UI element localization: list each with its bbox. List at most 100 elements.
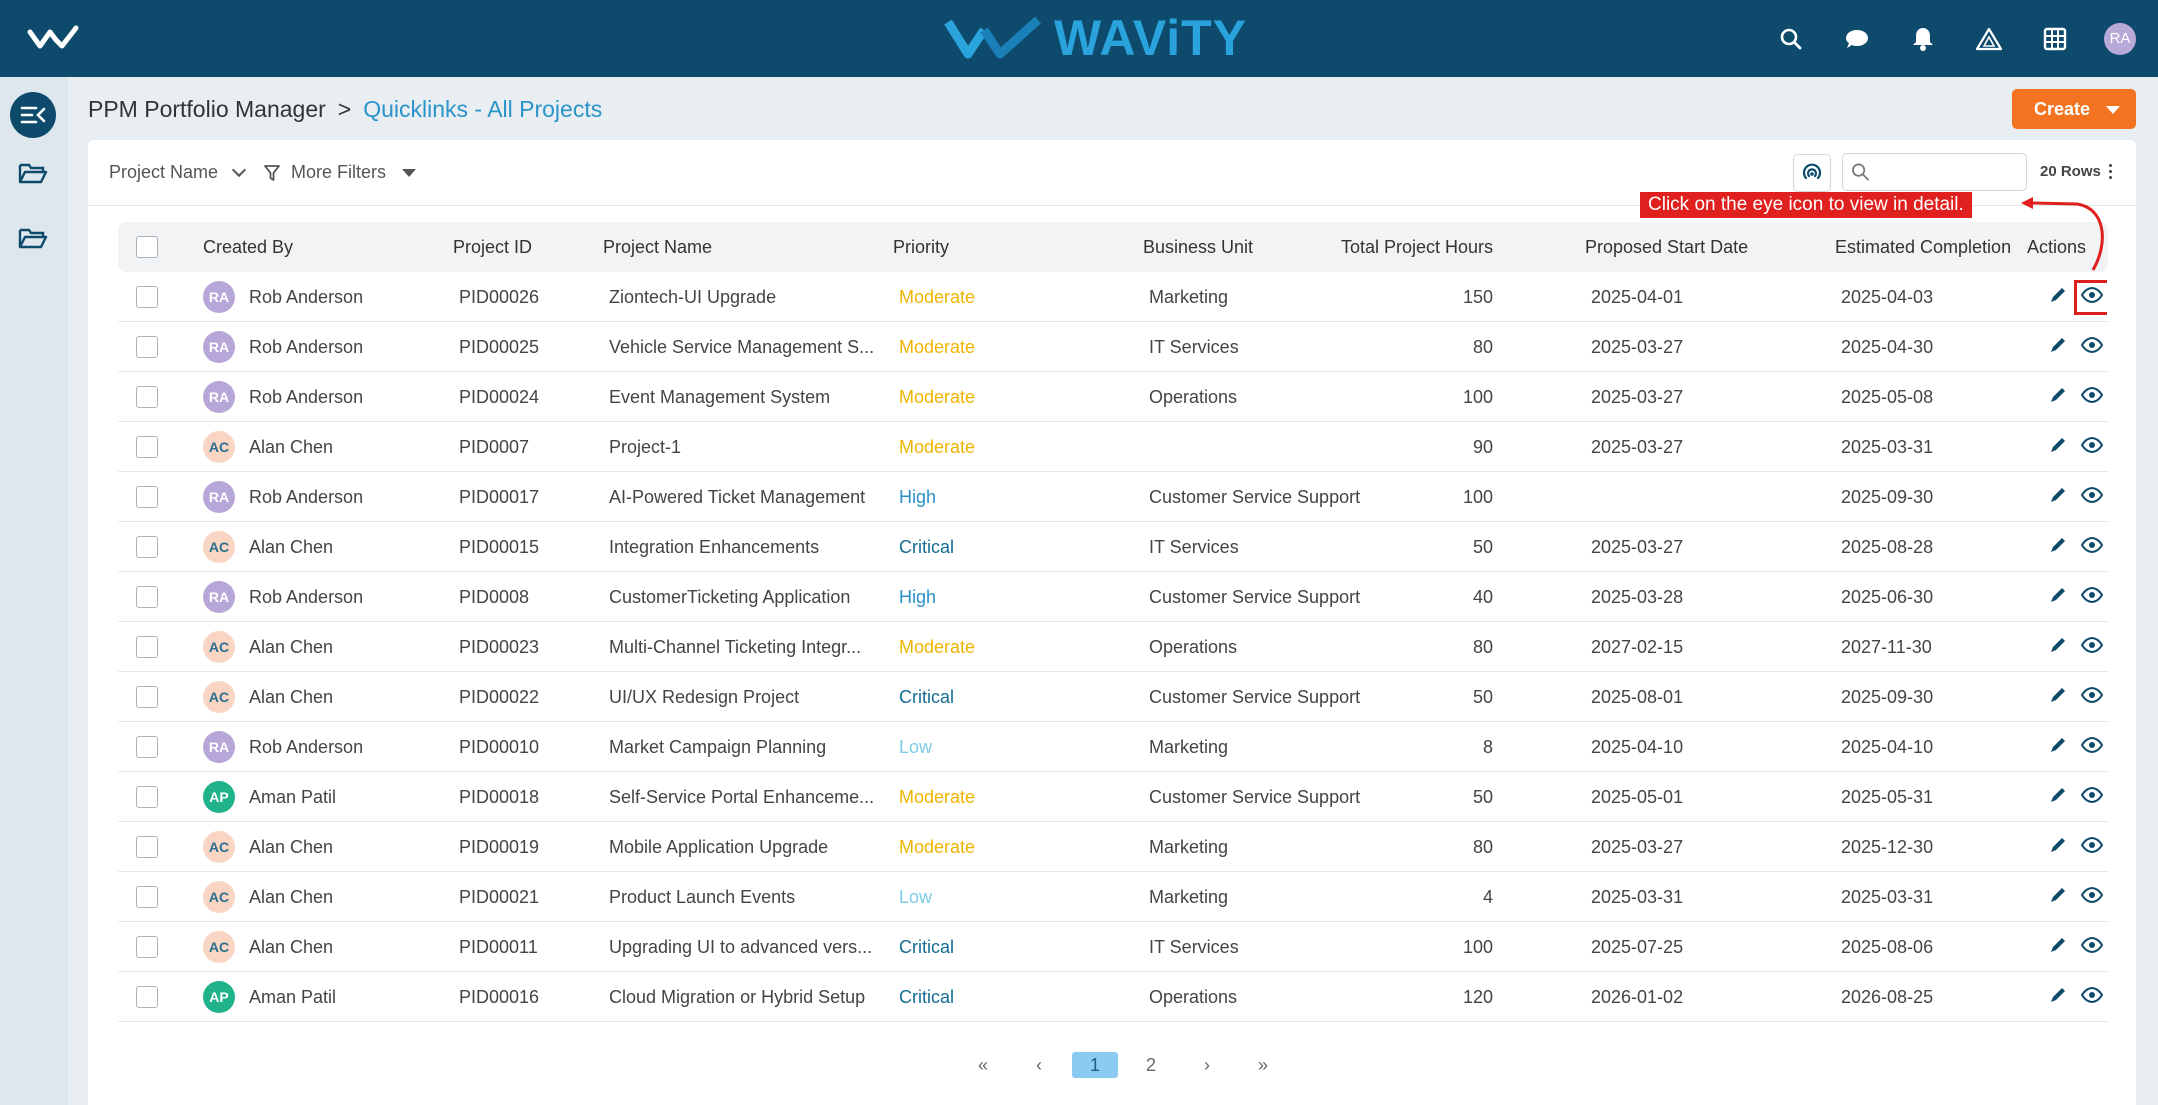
- view-eye-icon[interactable]: [2074, 279, 2107, 315]
- project-name[interactable]: Ziontech-UI Upgrade: [603, 272, 883, 322]
- project-name[interactable]: UI/UX Redesign Project: [603, 672, 883, 722]
- prev-page-button[interactable]: ‹: [1011, 1052, 1067, 1078]
- select-all-checkbox[interactable]: [136, 236, 158, 258]
- page-2-button[interactable]: 2: [1123, 1052, 1179, 1078]
- row-checkbox[interactable]: [136, 836, 158, 858]
- search-icon[interactable]: [1758, 0, 1824, 77]
- table-row[interactable]: AC Alan Chen PID0007 Project-1 Moderate 90 202…: [118, 422, 2108, 472]
- view-eye-icon[interactable]: [2080, 936, 2104, 958]
- table-row[interactable]: AP Aman Patil PID00016 Cloud Migration or H…: [118, 972, 2108, 1022]
- column-header[interactable]: Project Name: [603, 222, 883, 272]
- edit-pencil-icon[interactable]: [2049, 736, 2067, 759]
- view-eye-icon[interactable]: [2080, 986, 2104, 1008]
- edit-pencil-icon[interactable]: [2049, 386, 2067, 409]
- alert-triangle-icon[interactable]: [1956, 0, 2022, 77]
- table-row[interactable]: AC Alan Chen PID00011 Upgrading UI to advan…: [118, 922, 2108, 972]
- table-row[interactable]: RA Rob Anderson PID00025 Vehicle Service Ma…: [118, 322, 2108, 372]
- next-page-button[interactable]: ›: [1179, 1052, 1235, 1078]
- table-row[interactable]: AP Aman Patil PID00018 Self-Service Portal …: [118, 772, 2108, 822]
- view-eye-icon[interactable]: [2080, 436, 2104, 458]
- search-input[interactable]: [1876, 157, 2026, 187]
- table-row[interactable]: AC Alan Chen PID00021 Product Launch Events…: [118, 872, 2108, 922]
- view-eye-icon[interactable]: [2080, 836, 2104, 858]
- rows-per-page[interactable]: 20 Rows: [2040, 163, 2112, 180]
- bell-icon[interactable]: [1890, 0, 1956, 77]
- row-checkbox[interactable]: [136, 936, 158, 958]
- project-name[interactable]: Event Management System: [603, 372, 883, 422]
- column-header[interactable]: Created By: [203, 222, 443, 272]
- edit-pencil-icon[interactable]: [2049, 936, 2067, 959]
- last-page-button[interactable]: »: [1235, 1052, 1291, 1078]
- table-row[interactable]: RA Rob Anderson PID00010 Market Campaign Pl…: [118, 722, 2108, 772]
- project-name[interactable]: AI-Powered Ticket Management: [603, 472, 883, 522]
- edit-pencil-icon[interactable]: [2049, 786, 2067, 809]
- project-name[interactable]: Cloud Migration or Hybrid Setup: [603, 972, 883, 1022]
- view-eye-icon[interactable]: [2080, 336, 2104, 358]
- row-checkbox[interactable]: [136, 586, 158, 608]
- view-eye-icon[interactable]: [2080, 586, 2104, 608]
- row-checkbox[interactable]: [136, 686, 158, 708]
- project-name[interactable]: Self-Service Portal Enhanceme...: [603, 772, 883, 822]
- edit-pencil-icon[interactable]: [2049, 436, 2067, 459]
- grid-icon[interactable]: [2022, 0, 2088, 77]
- view-eye-icon[interactable]: [2080, 636, 2104, 658]
- column-header[interactable]: Proposed Start Date: [1585, 222, 1825, 272]
- row-checkbox[interactable]: [136, 886, 158, 908]
- edit-pencil-icon[interactable]: [2049, 536, 2067, 559]
- edit-pencil-icon[interactable]: [2049, 886, 2067, 909]
- chat-icon[interactable]: [1824, 0, 1890, 77]
- project-name[interactable]: Vehicle Service Management S...: [603, 322, 883, 372]
- user-avatar[interactable]: RA: [2104, 22, 2136, 55]
- column-header[interactable]: Priority: [893, 222, 1133, 272]
- row-checkbox[interactable]: [136, 486, 158, 508]
- project-name[interactable]: Multi-Channel Ticketing Integr...: [603, 622, 883, 672]
- view-eye-icon[interactable]: [2080, 536, 2104, 558]
- breadcrumb-current[interactable]: Quicklinks - All Projects: [363, 96, 602, 123]
- column-header[interactable]: Estimated Completion: [1835, 222, 2025, 272]
- project-name[interactable]: Upgrading UI to advanced vers...: [603, 922, 883, 972]
- folder-open-icon-2[interactable]: [16, 224, 50, 252]
- edit-pencil-icon[interactable]: [2049, 586, 2067, 609]
- breadcrumb-root[interactable]: PPM Portfolio Manager: [88, 96, 326, 123]
- create-button[interactable]: Create: [2012, 89, 2136, 129]
- row-checkbox[interactable]: [136, 286, 158, 308]
- view-eye-icon[interactable]: [2080, 786, 2104, 808]
- edit-pencil-icon[interactable]: [2049, 336, 2067, 359]
- edit-pencil-icon[interactable]: [2049, 836, 2067, 859]
- view-eye-icon[interactable]: [2080, 686, 2104, 708]
- view-eye-icon[interactable]: [2080, 486, 2104, 508]
- edit-pencil-icon[interactable]: [2049, 636, 2067, 659]
- view-eye-icon[interactable]: [2080, 886, 2104, 908]
- more-filters-button[interactable]: More Filters: [263, 162, 417, 183]
- edit-pencil-icon[interactable]: [2049, 686, 2067, 709]
- folder-open-icon[interactable]: [16, 159, 50, 187]
- row-checkbox[interactable]: [136, 786, 158, 808]
- project-name[interactable]: Mobile Application Upgrade: [603, 822, 883, 872]
- row-checkbox[interactable]: [136, 436, 158, 458]
- column-header[interactable]: Total Project Hours: [1323, 222, 1493, 272]
- first-page-button[interactable]: «: [955, 1052, 1011, 1078]
- view-eye-icon[interactable]: [2080, 386, 2104, 408]
- table-row[interactable]: AC Alan Chen PID00022 UI/UX Redesign Projec…: [118, 672, 2108, 722]
- project-name[interactable]: CustomerTicketing Application: [603, 572, 883, 622]
- edit-pencil-icon[interactable]: [2049, 286, 2067, 309]
- project-name[interactable]: Product Launch Events: [603, 872, 883, 922]
- project-name-filter[interactable]: Project Name: [109, 162, 247, 183]
- row-checkbox[interactable]: [136, 986, 158, 1008]
- project-name[interactable]: Integration Enhancements: [603, 522, 883, 572]
- project-name[interactable]: Market Campaign Planning: [603, 722, 883, 772]
- view-eye-icon[interactable]: [2080, 736, 2104, 758]
- table-row[interactable]: RA Rob Anderson PID00024 Event Management S…: [118, 372, 2108, 422]
- table-row[interactable]: AC Alan Chen PID00015 Integration Enhanceme…: [118, 522, 2108, 572]
- project-name[interactable]: Project-1: [603, 422, 883, 472]
- page-1-button[interactable]: 1: [1072, 1052, 1118, 1078]
- row-checkbox[interactable]: [136, 386, 158, 408]
- more-vertical-icon[interactable]: [2108, 164, 2112, 179]
- edit-pencil-icon[interactable]: [2049, 486, 2067, 509]
- row-checkbox[interactable]: [136, 636, 158, 658]
- table-row[interactable]: RA Rob Anderson PID0008 CustomerTicketing A…: [118, 572, 2108, 622]
- app-menu-logo-icon[interactable]: [26, 22, 82, 52]
- column-header[interactable]: Project ID: [453, 222, 593, 272]
- table-search[interactable]: [1842, 153, 2027, 191]
- table-row[interactable]: RA Rob Anderson PID00026 Ziontech-UI Upgrad…: [118, 272, 2108, 322]
